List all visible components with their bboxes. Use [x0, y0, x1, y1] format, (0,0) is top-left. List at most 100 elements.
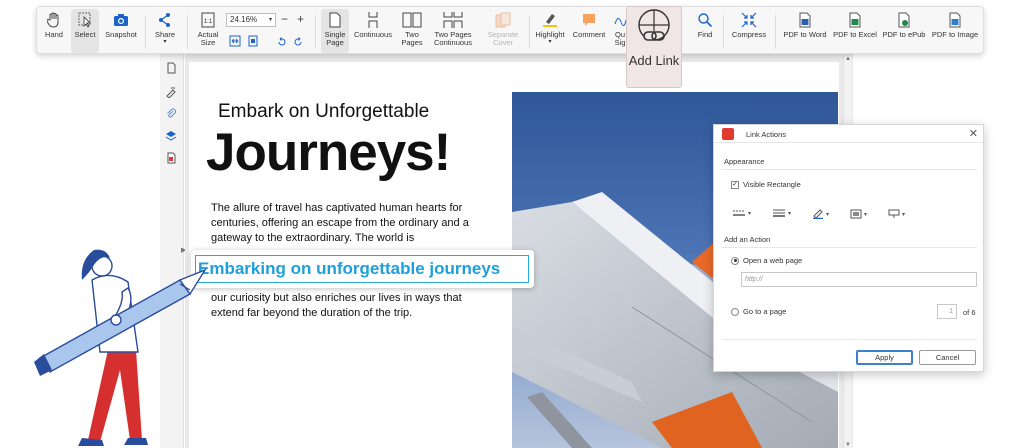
zoom-value: 24.16% [230, 15, 258, 24]
attachment-icon[interactable] [165, 108, 177, 120]
toolbar-separator [775, 15, 776, 49]
continuous-label: Continuous [354, 30, 392, 39]
two-pages-continuous-button[interactable]: Two Pages Continuous [431, 9, 475, 53]
appearance-heading: Appearance [724, 157, 765, 166]
chevron-down-icon: ▾ [163, 38, 167, 45]
open-web-page-radio[interactable]: Open a web page [731, 256, 802, 265]
app-logo-icon [722, 128, 734, 140]
zoom-in-button[interactable]: + [297, 12, 304, 26]
line-width-dropdown[interactable]: ▾ [772, 209, 791, 217]
select-tool-button[interactable]: Select [71, 9, 99, 53]
page-thumbnail-icon[interactable] [165, 62, 177, 74]
line-style-dropdown[interactable]: ▾ [732, 209, 751, 217]
main-toolbar: Hand Select Snapshot Share ▾ 1:1 Actual … [36, 6, 984, 54]
actual-size-button[interactable]: 1:1 Actual Size [193, 9, 223, 53]
chevron-down-icon: ▾ [268, 17, 272, 23]
line-style-icon [733, 210, 745, 216]
chevron-down-icon: ▾ [788, 210, 792, 217]
dialog-header: Link Actions ✕ [714, 125, 983, 143]
chevron-down-icon: ▾ [548, 38, 552, 45]
divider [722, 247, 977, 248]
page-total-label: of 6 [963, 308, 976, 317]
pdf-file-icon[interactable] [165, 152, 177, 164]
comment-icon [583, 14, 595, 26]
find-label: Find [697, 30, 713, 39]
add-action-heading: Add an Action [724, 235, 771, 244]
divider [722, 169, 977, 170]
document-title: Journeys! [206, 123, 451, 182]
compress-button[interactable]: Compress [729, 9, 769, 53]
single-page-icon [329, 12, 341, 28]
checkmark-icon: ✓ [731, 180, 739, 189]
two-pages-label: Two Pages [401, 30, 423, 47]
find-button[interactable]: Find [691, 9, 719, 53]
toolbar-separator [315, 15, 316, 49]
scroll-up-icon[interactable]: ▲ [845, 56, 851, 62]
continuous-icon [368, 12, 378, 28]
url-input[interactable]: http:// [741, 272, 977, 287]
chevron-down-icon: ▾ [902, 211, 906, 218]
actual-size-icon: 1:1 [201, 12, 215, 28]
comment-button[interactable]: Comment [571, 9, 607, 53]
two-pages-continuous-icon [443, 12, 463, 28]
separate-cover-button[interactable]: Separate Cover [483, 9, 523, 53]
fit-page-icon[interactable] [247, 35, 259, 47]
search-icon [698, 13, 713, 28]
hand-icon [47, 12, 59, 28]
rotate-right-icon[interactable] [293, 37, 303, 47]
add-link-label: Add Link [628, 53, 680, 68]
camera-icon [114, 14, 128, 26]
signature-panel-icon[interactable] [165, 86, 177, 98]
radio-selected-icon [731, 256, 739, 265]
radio-unselected-icon [731, 307, 739, 316]
toolbar-separator [723, 15, 724, 49]
share-button[interactable]: Share ▾ [151, 9, 179, 53]
pdf-to-epub-button[interactable]: PDF to ePub [879, 9, 929, 53]
pdf-to-word-button[interactable]: PDF to Word [781, 9, 829, 53]
pdf-to-excel-button[interactable]: PDF to Excel [831, 9, 879, 53]
hand-label: Hand [45, 30, 63, 39]
pen-color-icon [813, 209, 823, 219]
zoom-out-button[interactable]: − [281, 12, 288, 26]
share-icon [159, 13, 170, 27]
line-color-dropdown[interactable]: ▾ [812, 209, 829, 219]
actual-size-label: Actual Size [197, 30, 219, 47]
separate-cover-icon [495, 12, 511, 28]
rotate-left-icon[interactable] [277, 37, 287, 47]
continuous-button[interactable]: Continuous [353, 9, 393, 53]
single-page-button[interactable]: Single Page [321, 9, 349, 53]
select-cursor-icon [78, 12, 91, 28]
two-pages-continuous-label: Two Pages Continuous [434, 30, 472, 47]
fit-width-icon[interactable] [229, 35, 241, 47]
scroll-down-icon[interactable]: ▼ [845, 442, 851, 448]
page-number-input[interactable]: 1 [937, 304, 957, 319]
add-link-button[interactable]: Add Link [626, 6, 682, 88]
hand-tool-button[interactable]: Hand [41, 9, 67, 53]
apply-button[interactable]: Apply [856, 350, 913, 365]
highlight-style-dropdown[interactable]: ▾ [850, 209, 867, 219]
two-pages-icon [402, 12, 422, 28]
visible-rectangle-checkbox[interactable]: ✓ Visible Rectangle [731, 180, 801, 189]
zoom-select[interactable]: 24.16% ▾ [226, 13, 276, 27]
link-annotation-text: Embarking on unforgettable journeys [195, 255, 529, 283]
close-icon[interactable]: ✕ [969, 127, 978, 140]
compress-label: Compress [731, 30, 767, 39]
cancel-button[interactable]: Cancel [919, 350, 976, 365]
go-to-page-radio[interactable]: Go to a page [731, 307, 786, 316]
open-web-page-label: Open a web page [743, 256, 803, 265]
link-actions-dialog: Link Actions ✕ Appearance ✓ Visible Rect… [713, 124, 984, 372]
chevron-down-icon: ▾ [748, 210, 752, 217]
toolbar-separator [529, 15, 530, 49]
snapshot-button[interactable]: Snapshot [103, 9, 139, 53]
two-pages-button[interactable]: Two Pages [397, 9, 427, 53]
single-page-label: Single Page [324, 30, 346, 47]
layers-icon[interactable] [165, 130, 177, 142]
link-icon [638, 9, 670, 41]
word-file-icon [799, 12, 811, 28]
snapshot-label: Snapshot [105, 30, 137, 39]
pdf-to-image-button[interactable]: PDF to Image [929, 9, 981, 53]
highlight-button[interactable]: Highlight ▾ [533, 9, 567, 53]
highlight-label: Highlight [535, 30, 565, 39]
link-annotation-box[interactable]: Embarking on unforgettable journeys [191, 250, 534, 288]
stamp-style-dropdown[interactable]: ▾ [888, 209, 905, 219]
